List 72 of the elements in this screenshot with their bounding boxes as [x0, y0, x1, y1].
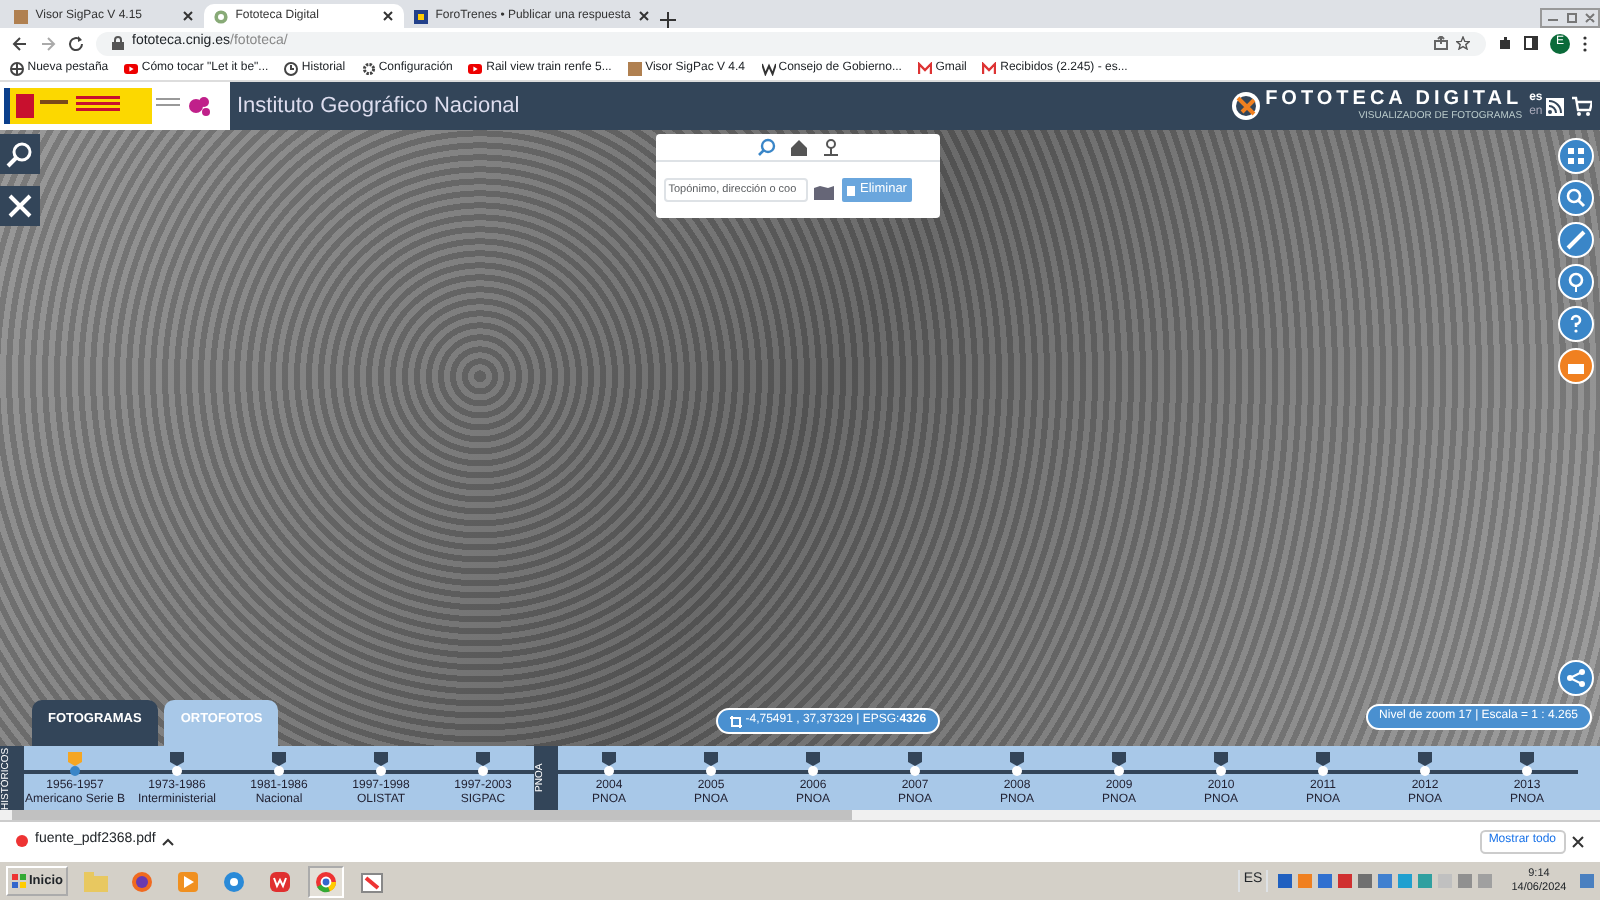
globe-icon [10, 62, 24, 76]
puzzle-icon[interactable] [1498, 36, 1512, 50]
timeline-dot[interactable] [274, 766, 284, 776]
timeline-dot[interactable] [70, 766, 80, 776]
more-menu-icon[interactable] [1582, 35, 1588, 51]
product-title: FOTOTECA DIGITAL [1265, 87, 1523, 110]
timeline-dot[interactable] [1216, 766, 1226, 776]
pin-tab-icon[interactable] [821, 138, 839, 156]
timeline-dot[interactable] [478, 766, 488, 776]
ruler-button[interactable] [1558, 222, 1594, 258]
house-tab-icon[interactable] [789, 138, 807, 156]
reload-icon[interactable] [68, 35, 84, 51]
side-panel-icon[interactable] [1524, 36, 1538, 50]
calendar-button[interactable] [1558, 348, 1594, 384]
cart-icon[interactable] [1572, 96, 1592, 116]
close-icon[interactable] [638, 10, 651, 22]
tab-favicon-icon [13, 9, 28, 23]
pdf-file-icon [16, 834, 28, 848]
paint-icon[interactable] [360, 869, 385, 893]
zoom-icon [1562, 184, 1590, 212]
horizontal-scrollbar[interactable] [0, 810, 1600, 820]
share-button[interactable] [1558, 660, 1594, 696]
rss-icon[interactable] [1546, 97, 1564, 115]
close-icon[interactable] [181, 10, 194, 22]
fox-browser-icon[interactable] [130, 869, 155, 893]
timeline-dot[interactable] [1114, 766, 1124, 776]
timeline-dot[interactable] [604, 766, 614, 776]
caret-icon[interactable] [162, 837, 175, 845]
system-tray-icons-drawing[interactable] [1277, 872, 1498, 890]
help-button[interactable] [1558, 306, 1594, 342]
timeline-dot[interactable] [172, 766, 182, 776]
e-browser-icon[interactable] [222, 869, 247, 893]
mail-icon [982, 62, 997, 76]
share-icon[interactable] [1434, 36, 1448, 50]
lock-icon [112, 36, 124, 50]
timeline-dot[interactable] [910, 766, 920, 776]
close-icon[interactable] [1572, 835, 1584, 847]
grid-button[interactable] [1558, 138, 1594, 174]
timeline-dot[interactable] [1318, 766, 1328, 776]
search-zoom-icon [6, 140, 34, 168]
chrome-browser-icon[interactable] [314, 869, 339, 893]
timeline-dot[interactable] [1420, 766, 1430, 776]
clock-icon [284, 62, 299, 76]
crop-icon [730, 715, 742, 727]
tab-favicon-icon [213, 9, 228, 23]
search-tab-icon[interactable] [757, 138, 775, 156]
zoom-button[interactable] [1558, 180, 1594, 216]
windows-flag-icon [11, 874, 26, 888]
timeline-dot[interactable] [706, 766, 716, 776]
timeline-dot[interactable] [808, 766, 818, 776]
institute-name: Instituto Geográfico Nacional [237, 91, 520, 122]
page-icon [627, 62, 642, 76]
star-icon[interactable] [1456, 36, 1470, 50]
grid-icon [1562, 142, 1590, 170]
gear-icon [361, 62, 376, 76]
location-pin-button[interactable] [1558, 264, 1594, 300]
ruler-icon [1562, 226, 1590, 254]
tools-icon [6, 192, 34, 220]
share-icon [1564, 666, 1588, 690]
tab-favicon-icon [413, 9, 428, 23]
back-arrow-icon[interactable] [12, 35, 28, 51]
new-tab-icon[interactable] [660, 12, 677, 28]
timeline-dot[interactable] [1012, 766, 1022, 776]
fototeca-logo-icon [1229, 90, 1262, 122]
timeline-dot[interactable] [376, 766, 386, 776]
search-zoom-button[interactable] [0, 134, 40, 174]
office-suite-icon[interactable] [268, 869, 293, 893]
close-icon[interactable] [381, 10, 394, 22]
w-logo-icon [761, 62, 775, 76]
mail-icon [917, 62, 932, 76]
tools-button[interactable] [0, 186, 40, 226]
timeline-dot[interactable] [1522, 766, 1532, 776]
